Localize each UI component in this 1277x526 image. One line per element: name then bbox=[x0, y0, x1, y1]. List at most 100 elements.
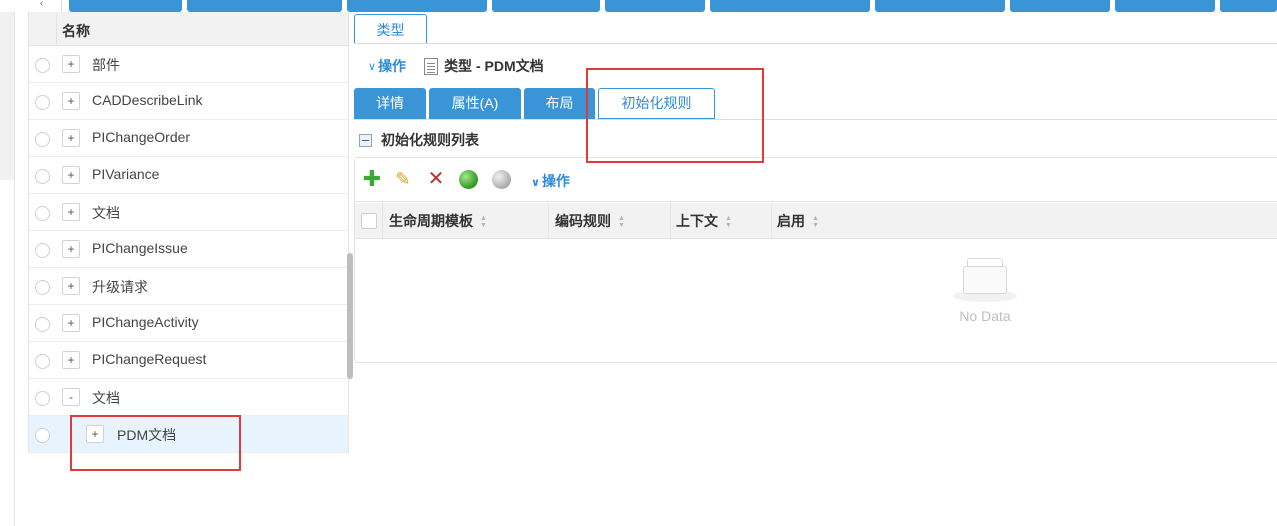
chevron-down-icon: ∨ bbox=[368, 60, 377, 73]
sub-tab-divider bbox=[354, 119, 1277, 120]
top-tab[interactable] bbox=[605, 0, 705, 12]
type-tree: 名称 + 部件 + CADDescribeLink + PIChangeOrder + PIV… bbox=[28, 12, 349, 453]
sort-icon[interactable]: ▲ ▼ bbox=[480, 215, 488, 229]
expand-toggle-icon[interactable]: + bbox=[62, 277, 80, 295]
tree-row[interactable]: + PIChangeActivity bbox=[29, 305, 348, 342]
top-tab[interactable] bbox=[710, 0, 870, 12]
top-tab[interactable] bbox=[1010, 0, 1110, 12]
header-ops-bar: ∨ 操作 类型 - PDM文档 bbox=[368, 56, 544, 76]
top-tab[interactable] bbox=[1115, 0, 1215, 12]
delete-icon[interactable]: ✕ bbox=[426, 169, 446, 189]
tree-rows: + 部件 + CADDescribeLink + PIChangeOrder + PIVari… bbox=[29, 46, 348, 453]
expand-toggle-icon[interactable]: + bbox=[62, 166, 80, 184]
sort-icon[interactable]: ▲ ▼ bbox=[725, 215, 733, 229]
top-tab-scroll-left[interactable]: ‹ bbox=[0, 0, 62, 12]
expand-toggle-icon[interactable]: + bbox=[62, 314, 80, 332]
left-gutter-shade bbox=[0, 12, 14, 180]
tree-row[interactable]: + PIChangeRequest bbox=[29, 342, 348, 379]
tab-layout[interactable]: 布局 bbox=[524, 88, 595, 119]
edit-icon[interactable]: ✎ bbox=[393, 169, 413, 189]
empty-state: No Data bbox=[945, 258, 1025, 324]
empty-text: No Data bbox=[959, 308, 1011, 324]
expand-toggle-icon[interactable]: + bbox=[62, 55, 80, 73]
top-tab[interactable] bbox=[875, 0, 1005, 12]
tab-details[interactable]: 详情 bbox=[354, 88, 426, 119]
enable-icon[interactable] bbox=[459, 170, 478, 189]
top-tab[interactable] bbox=[347, 0, 487, 12]
highlight-box-init-rules-tab bbox=[586, 68, 764, 163]
chevron-down-icon: ∨ bbox=[531, 177, 540, 189]
column-code-rule[interactable]: 编码规则 ▲ ▼ bbox=[549, 203, 671, 239]
tree-row[interactable]: + PIVariance bbox=[29, 157, 348, 194]
expand-toggle-icon[interactable]: + bbox=[62, 240, 80, 258]
tree-row[interactable]: + 部件 bbox=[29, 46, 348, 83]
tree-row[interactable]: + 升级请求 bbox=[29, 268, 348, 305]
tree-row-label: PIChangeRequest bbox=[92, 351, 207, 367]
expand-toggle-icon[interactable]: + bbox=[62, 203, 80, 221]
tree-header-select-column bbox=[29, 12, 57, 46]
row-radio[interactable] bbox=[35, 58, 50, 73]
page-title: 类型 - PDM文档 bbox=[444, 58, 544, 74]
document-icon bbox=[424, 57, 439, 75]
row-radio[interactable] bbox=[35, 132, 50, 147]
tree-row[interactable]: + PIChangeIssue bbox=[29, 231, 348, 268]
highlight-box-pdm-document bbox=[70, 415, 241, 471]
tree-row-label: CADDescribeLink bbox=[92, 92, 203, 108]
row-radio[interactable] bbox=[35, 354, 50, 369]
select-all-column bbox=[355, 203, 383, 239]
row-radio[interactable] bbox=[35, 206, 50, 221]
chevron-left-icon: ‹ bbox=[40, 0, 44, 9]
add-icon[interactable]: ✚ bbox=[362, 168, 382, 190]
collapse-icon[interactable] bbox=[359, 133, 372, 147]
tree-scrollbar[interactable] bbox=[347, 253, 353, 379]
row-radio[interactable] bbox=[35, 428, 50, 443]
tree-row-label: 部件 bbox=[92, 57, 120, 73]
top-tab[interactable] bbox=[69, 0, 182, 12]
tree-row-label: 文档 bbox=[92, 205, 120, 221]
column-label: 启用 bbox=[777, 213, 805, 229]
sort-icon[interactable]: ▲ ▼ bbox=[618, 215, 626, 229]
column-label: 上下文 bbox=[676, 213, 718, 229]
ops-menu-button[interactable]: 操作 bbox=[378, 56, 406, 76]
tab-attributes[interactable]: 属性(A) bbox=[429, 88, 521, 119]
top-tab[interactable] bbox=[1220, 0, 1277, 12]
empty-inbox-icon bbox=[953, 258, 1017, 302]
tree-row-label: PIChangeActivity bbox=[92, 314, 199, 330]
tree-row[interactable]: + PIChangeOrder bbox=[29, 120, 348, 157]
expand-toggle-icon[interactable]: + bbox=[62, 129, 80, 147]
top-tab[interactable] bbox=[492, 0, 600, 12]
tab-type[interactable]: 类型 bbox=[354, 14, 427, 44]
top-tab[interactable] bbox=[187, 0, 342, 12]
grid-toolbar: ✚ ✎ ✕ ∨ 操作 bbox=[355, 158, 1277, 202]
section-header: 初始化规则列表 bbox=[359, 130, 479, 150]
expand-toggle-icon[interactable]: - bbox=[62, 388, 80, 406]
column-enabled[interactable]: 启用 ▲ ▼ bbox=[772, 203, 1277, 239]
row-radio[interactable] bbox=[35, 280, 50, 295]
tree-row-label: 升级请求 bbox=[92, 279, 148, 295]
sort-icon[interactable]: ▲ ▼ bbox=[812, 215, 820, 229]
grid-column-header: 生命周期模板 ▲ ▼ 编码规则 ▲ ▼ 上下文 ▲ ▼ 启用 ▲ ▼ bbox=[355, 203, 1277, 239]
tree-row-label: PIChangeOrder bbox=[92, 129, 191, 145]
expand-toggle-icon[interactable]: + bbox=[62, 92, 80, 110]
column-label: 编码规则 bbox=[555, 213, 611, 229]
select-all-checkbox[interactable] bbox=[361, 213, 377, 229]
grid-ops-menu[interactable]: ∨ 操作 bbox=[531, 171, 570, 191]
row-radio[interactable] bbox=[35, 317, 50, 332]
expand-toggle-icon[interactable]: + bbox=[62, 351, 80, 369]
row-radio[interactable] bbox=[35, 169, 50, 184]
tree-header-label: 名称 bbox=[62, 23, 90, 39]
disable-icon[interactable] bbox=[492, 170, 511, 189]
section-title: 初始化规则列表 bbox=[381, 132, 479, 148]
row-radio[interactable] bbox=[35, 95, 50, 110]
tree-row[interactable]: + 文档 bbox=[29, 194, 348, 231]
grid-ops-label: 操作 bbox=[541, 173, 570, 189]
row-radio[interactable] bbox=[35, 243, 50, 258]
tree-row[interactable]: + CADDescribeLink bbox=[29, 83, 348, 120]
column-context[interactable]: 上下文 ▲ ▼ bbox=[671, 203, 772, 239]
tree-row-label: PIChangeIssue bbox=[92, 240, 188, 256]
column-lifecycle-template[interactable]: 生命周期模板 ▲ ▼ bbox=[383, 203, 549, 239]
column-label: 生命周期模板 bbox=[389, 213, 473, 229]
row-radio[interactable] bbox=[35, 391, 50, 406]
tree-row[interactable]: - 文档 bbox=[29, 379, 348, 416]
tree-row-label: 文档 bbox=[92, 390, 120, 406]
